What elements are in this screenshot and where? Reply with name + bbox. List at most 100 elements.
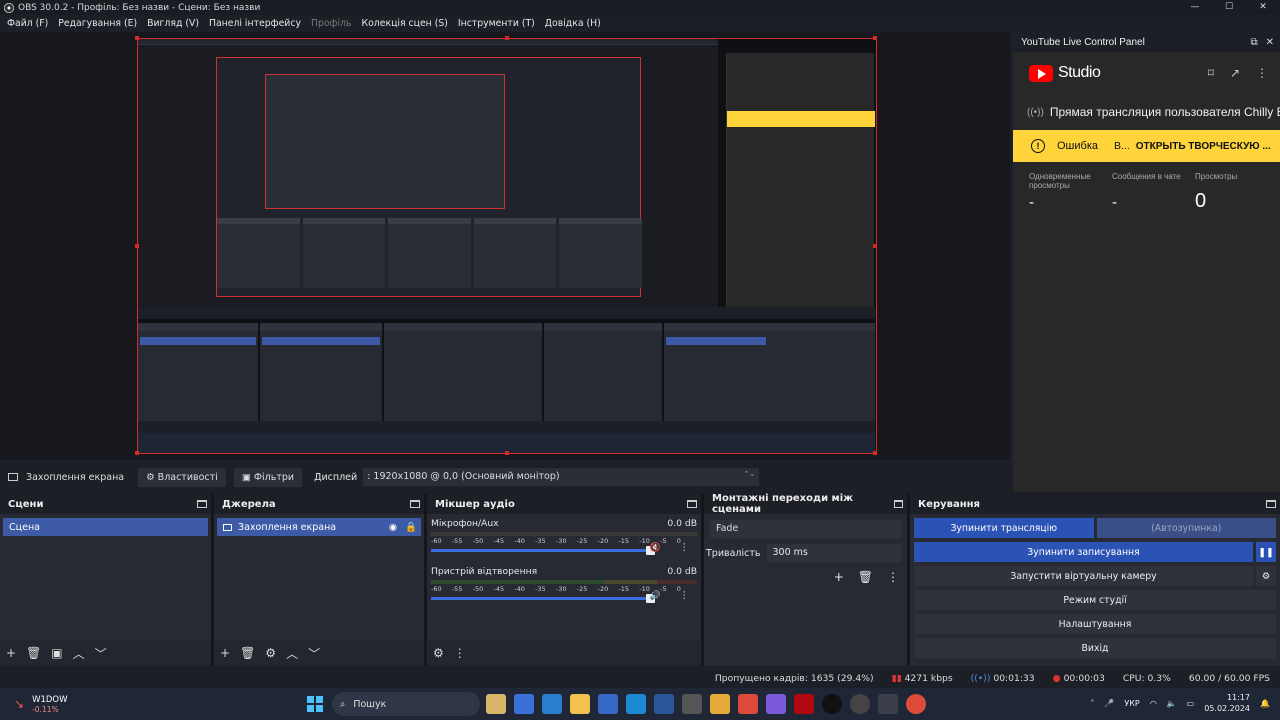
camera-icon[interactable]	[682, 694, 702, 714]
menu-edit[interactable]: Редагування (E)	[53, 18, 142, 29]
chevron-up-icon[interactable]: ︿	[73, 645, 85, 662]
minimize-button[interactable]: —	[1178, 0, 1212, 15]
display-select[interactable]: : 1920x1080 @ 0,0 (Основний монітор)	[363, 468, 760, 486]
app-icon[interactable]	[766, 694, 786, 714]
studio-mode-button[interactable]: Режим студії	[914, 590, 1276, 610]
muted-speaker-icon[interactable]: 🔇	[650, 543, 661, 553]
filter-icon[interactable]: ▣	[51, 646, 62, 660]
undock-icon[interactable]	[197, 500, 207, 508]
transition-select[interactable]: Fade	[710, 520, 901, 538]
app-icon[interactable]	[486, 694, 506, 714]
lock-icon[interactable]: 🔒	[405, 522, 417, 533]
undock-icon[interactable]	[410, 500, 420, 508]
windows-start-icon[interactable]	[307, 696, 323, 712]
close-icon[interactable]: ✕	[1266, 37, 1274, 48]
word-icon[interactable]	[654, 694, 674, 714]
more-icon[interactable]: ⋮	[887, 570, 899, 584]
edge-icon[interactable]	[542, 694, 562, 714]
chevron-up-icon[interactable]: ︿	[286, 645, 298, 662]
properties-button[interactable]: ⚙ Властивості	[138, 467, 226, 487]
chevron-down-icon[interactable]: ﹀	[95, 645, 107, 662]
resize-handle[interactable]	[135, 36, 139, 40]
menu-view[interactable]: Вигляд (V)	[142, 18, 204, 29]
speaker-icon[interactable]: 🔊	[650, 591, 661, 601]
stream-icon: ((•))	[970, 672, 991, 684]
advanced-audio-icon[interactable]: ⚙	[433, 646, 444, 660]
bell-icon[interactable]: 🔔	[1260, 699, 1270, 708]
list-item[interactable]: Сцена	[3, 518, 208, 536]
chrome-icon[interactable]	[738, 694, 758, 714]
volume-icon[interactable]: 🔈	[1167, 699, 1177, 708]
gear-icon[interactable]: ⚙	[1256, 566, 1276, 586]
auto-stop-button[interactable]: (Автозупинка)	[1096, 518, 1276, 538]
settings-button[interactable]: Налаштування	[914, 614, 1276, 634]
explorer-icon[interactable]	[570, 694, 590, 714]
volume-slider[interactable]	[431, 594, 655, 603]
app-icon[interactable]	[822, 694, 842, 714]
record-time: 00:00:03	[1063, 672, 1105, 684]
language-indicator[interactable]: УКР	[1124, 699, 1139, 708]
menu-docks[interactable]: Панелі інтерфейсу	[204, 18, 306, 29]
wifi-icon[interactable]: ◠	[1150, 699, 1157, 708]
more-icon[interactable]: ⋮	[454, 646, 466, 660]
clock[interactable]: 11:17 05.02.2024	[1204, 692, 1250, 714]
resize-handle[interactable]	[505, 451, 509, 455]
resize-handle[interactable]	[873, 244, 877, 248]
gear-icon[interactable]: ⚙	[265, 646, 276, 660]
add-icon[interactable]: +	[6, 646, 16, 660]
battery-icon[interactable]: ▭	[1187, 699, 1195, 708]
undock-icon[interactable]	[1266, 500, 1276, 508]
app-icon[interactable]	[878, 694, 898, 714]
menu-help[interactable]: Довідка (H)	[540, 18, 606, 29]
share-icon[interactable]: ↗	[1230, 66, 1240, 80]
exit-button[interactable]: Вихід	[914, 638, 1276, 658]
list-item[interactable]: Захоплення екрана ◉ 🔒	[217, 518, 421, 536]
resize-handle[interactable]	[135, 451, 139, 455]
undock-icon[interactable]: ⧉	[1250, 37, 1257, 48]
stop-recording-button[interactable]: Зупинити записування	[914, 542, 1253, 562]
microphone-icon[interactable]: 🎤	[1104, 699, 1114, 708]
add-icon[interactable]: +	[220, 646, 230, 660]
mail-icon[interactable]	[626, 694, 646, 714]
more-icon[interactable]: ⋮	[680, 590, 690, 601]
more-icon[interactable]: ⋮	[1256, 66, 1268, 80]
menu-profile[interactable]: Профіль	[306, 18, 357, 29]
undock-icon[interactable]	[893, 500, 903, 508]
volume-slider[interactable]	[431, 546, 655, 555]
filters-button[interactable]: ▣ Фільтри	[233, 467, 303, 487]
teams-icon[interactable]	[514, 694, 534, 714]
chrome-icon[interactable]	[906, 694, 926, 714]
pause-icon[interactable]: ❚❚	[1256, 542, 1276, 562]
menu-file[interactable]: Файл (F)	[2, 18, 53, 29]
preview-canvas[interactable]	[137, 38, 877, 454]
market-widget[interactable]: ↘ W1DOW -0.11%	[14, 695, 68, 714]
taskbar-search[interactable]: ⌕ Пошук	[332, 692, 480, 716]
netflix-icon[interactable]	[794, 694, 814, 714]
obs-icon[interactable]	[850, 694, 870, 714]
menu-scene-collection[interactable]: Колекція сцен (S)	[357, 18, 453, 29]
menu-tools[interactable]: Інструменти (T)	[453, 18, 540, 29]
eye-icon[interactable]: ◉	[389, 522, 397, 533]
resize-handle[interactable]	[135, 244, 139, 248]
resize-handle[interactable]	[873, 36, 877, 40]
trash-icon[interactable]: 🗑	[26, 646, 41, 660]
undock-icon[interactable]	[687, 500, 697, 508]
resize-handle[interactable]	[505, 36, 509, 40]
close-button[interactable]: ✕	[1246, 0, 1280, 15]
trash-icon[interactable]: 🗑	[858, 570, 873, 584]
chevron-up-icon[interactable]: ˄	[1090, 699, 1094, 708]
stop-stream-button[interactable]: Зупинити трансляцію	[914, 518, 1094, 538]
app-icon[interactable]	[710, 694, 730, 714]
more-icon[interactable]: ⋮	[680, 542, 690, 553]
add-icon[interactable]: +	[834, 570, 844, 584]
virtual-camera-button[interactable]: Запустити віртуальну камеру	[914, 566, 1253, 586]
bookmark-icon[interactable]: ⌑	[1208, 66, 1214, 80]
store-icon[interactable]	[598, 694, 618, 714]
resize-handle[interactable]	[873, 451, 877, 455]
duration-input[interactable]: 300 ms	[766, 544, 901, 562]
nested-context-bar	[138, 307, 875, 319]
open-studio-link[interactable]: ОТКРЫТЬ ТВОРЧЕСКУЮ ...	[1136, 141, 1271, 152]
maximize-button[interactable]: ☐	[1212, 0, 1246, 15]
trash-icon[interactable]: 🗑	[240, 646, 255, 660]
chevron-down-icon[interactable]: ﹀	[308, 645, 320, 662]
